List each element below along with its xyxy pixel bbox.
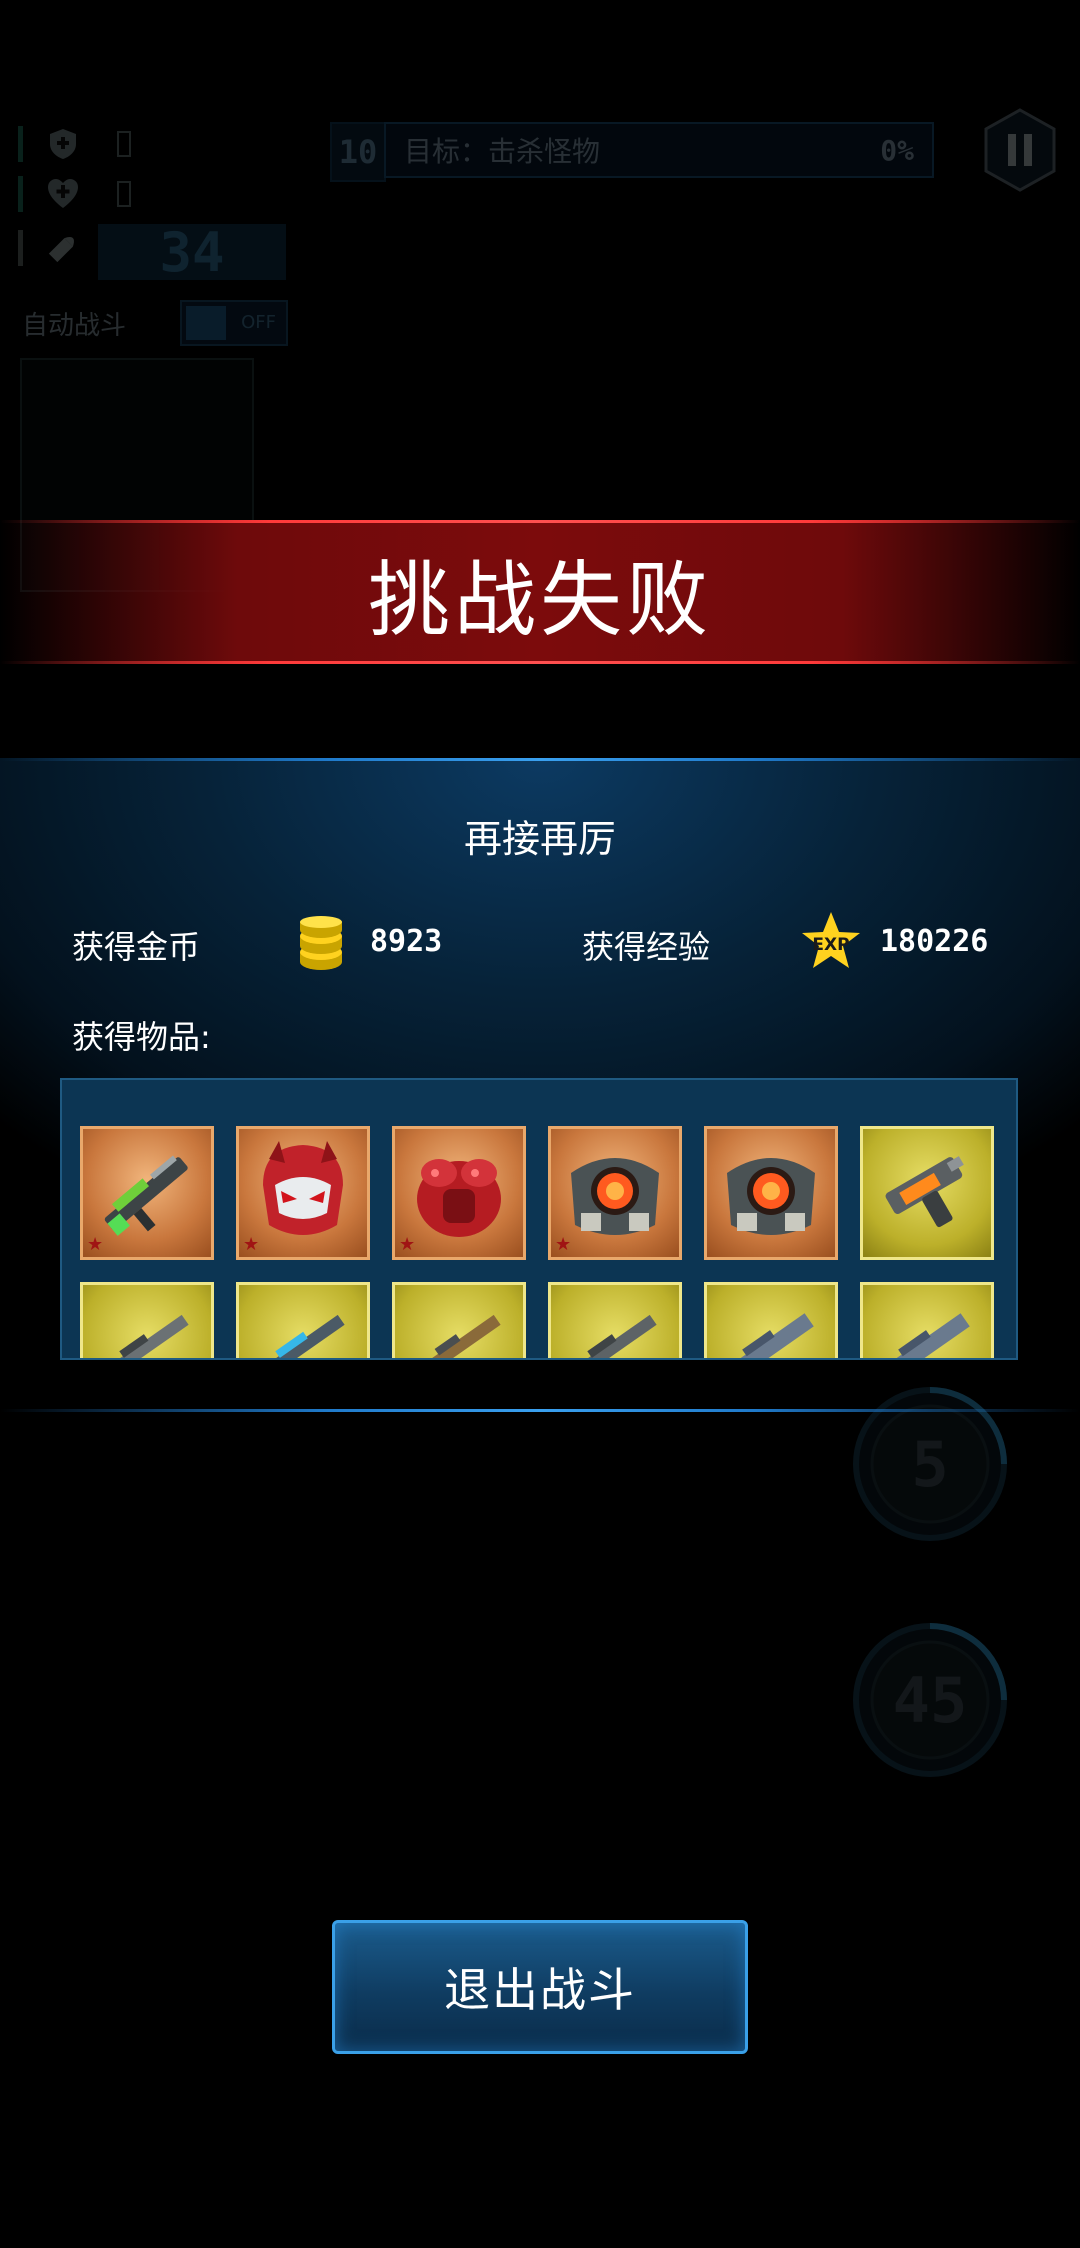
reward-items-grid[interactable]: ★ ★ ★ ★	[60, 1078, 1018, 1360]
exp-star-icon: EXP	[802, 912, 860, 968]
chest-core-icon	[727, 1158, 815, 1235]
heart-cross-icon	[48, 179, 78, 208]
star-icon: ★	[87, 1234, 104, 1255]
reward-item[interactable]	[548, 1282, 682, 1358]
goal-progress-bar: 目标：击杀怪物 0%	[384, 122, 934, 178]
exp-value: 180226	[880, 924, 989, 959]
reward-item[interactable]: ★	[80, 1126, 214, 1260]
pause-icon[interactable]	[982, 108, 1058, 192]
rifle-icon	[571, 1314, 657, 1358]
fail-banner: 挑战失败	[0, 520, 1080, 664]
shield-icon	[50, 129, 76, 159]
auto-battle-toggle[interactable]: OFF	[180, 300, 288, 346]
rifle-icon	[103, 1314, 189, 1358]
goal-text: 目标：击杀怪物	[404, 135, 601, 168]
reward-item[interactable]	[80, 1282, 214, 1358]
orange-pistol-icon	[885, 1156, 964, 1228]
ammo-stat	[18, 228, 81, 268]
gold-coin-icon	[300, 916, 342, 970]
result-subtitle: 再接再厉	[463, 817, 616, 861]
gold-label: 获得金币	[72, 928, 201, 966]
fail-title: 挑战失败	[367, 552, 712, 648]
skill-button-2[interactable]: 45	[850, 1620, 1010, 1780]
goal-number: 10	[330, 122, 386, 182]
reward-item[interactable]	[236, 1282, 370, 1358]
svg-text:EXP: EXP	[812, 935, 849, 955]
reward-item[interactable]: ★	[392, 1126, 526, 1260]
exp-label: 获得经验	[582, 928, 711, 966]
bullet-icon	[48, 237, 74, 263]
heavy-gun-icon	[725, 1313, 814, 1358]
reward-item[interactable]	[860, 1282, 994, 1358]
gold-value: 8923	[370, 924, 443, 959]
items-label: 获得物品:	[72, 1018, 211, 1056]
goal-percent: 0%	[880, 133, 914, 167]
reward-item[interactable]	[704, 1282, 838, 1358]
health-stat	[18, 174, 131, 214]
reward-item[interactable]	[860, 1126, 994, 1260]
reward-item[interactable]: ★	[548, 1126, 682, 1260]
shield-stat	[18, 124, 131, 164]
star-icon: ★	[555, 1234, 572, 1255]
exit-battle-button[interactable]: 退出战斗	[332, 1920, 748, 2054]
star-icon: ★	[243, 1234, 260, 1255]
reward-item[interactable]	[392, 1282, 526, 1358]
auto-battle-label: 自动战斗	[22, 311, 127, 341]
shotgun-icon	[415, 1314, 501, 1358]
auto-battle-state: OFF	[241, 312, 276, 333]
reward-item[interactable]	[704, 1126, 838, 1260]
result-panel: 再接再厉 获得金币 8923 获得经验 EXP 180226 获得物品: ★ ★…	[0, 758, 1080, 1412]
skill-2-count: 45	[892, 1663, 968, 1737]
reward-item[interactable]: ★	[236, 1126, 370, 1260]
heavy-gun-icon	[881, 1313, 970, 1358]
blue-rifle-icon	[259, 1314, 345, 1358]
star-icon: ★	[399, 1234, 416, 1255]
ammo-count: 34	[98, 221, 286, 284]
